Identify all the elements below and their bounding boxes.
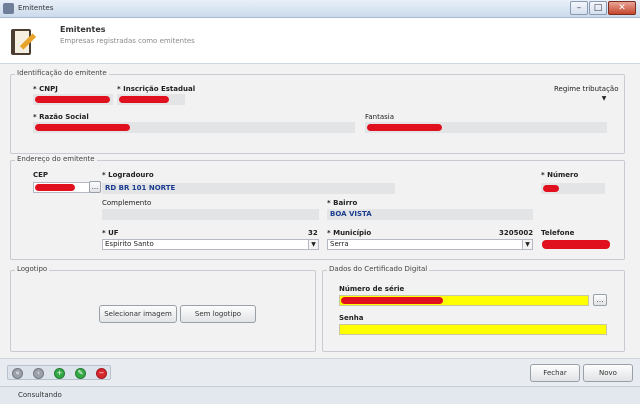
complemento-label: Complemento xyxy=(102,199,152,207)
senha-field[interactable] xyxy=(339,324,607,335)
municipio-label: Município xyxy=(327,229,371,237)
page-title: Emitentes xyxy=(60,25,106,34)
logradouro-field[interactable]: RD BR 101 NORTE xyxy=(102,183,395,194)
regime-label: Regime tributação xyxy=(554,85,619,93)
edit-record-icon[interactable]: ✎ xyxy=(75,368,86,379)
logo-legend: Logotipo xyxy=(15,265,50,273)
new-button[interactable]: Novo xyxy=(583,364,633,382)
add-record-icon[interactable]: + xyxy=(54,368,65,379)
municipio-select[interactable]: Serra ▼ xyxy=(327,239,533,250)
record-navigation: « ‹ + ✎ − xyxy=(7,365,111,380)
certificate-group: Dados do Certificado Digital Número de s… xyxy=(322,265,625,352)
numero-redaction xyxy=(543,185,559,192)
municipio-code: 3205002 xyxy=(499,229,534,237)
page-subtitle: Empresas registradas como emitentes xyxy=(60,37,195,45)
uf-select-value: Espirito Santo xyxy=(105,240,154,248)
chevron-down-icon[interactable]: ▼ xyxy=(308,240,318,249)
chevron-down-icon[interactable]: ▼ xyxy=(522,240,532,249)
telefone-redaction xyxy=(542,240,610,249)
identification-group: Identificação do emitente CNPJ Inscrição… xyxy=(10,69,625,154)
cep-lookup-button[interactable]: ... xyxy=(89,181,101,193)
serie-label: Número de série xyxy=(339,285,405,293)
razao-redaction xyxy=(35,124,130,131)
bairro-field[interactable]: BOA VISTA xyxy=(327,209,533,220)
identification-legend: Identificação do emitente xyxy=(15,69,109,77)
regime-select[interactable]: ▼ xyxy=(541,94,609,105)
first-record-icon[interactable]: « xyxy=(12,368,23,379)
form-header: Emitentes Empresas registradas como emit… xyxy=(0,18,640,64)
app-icon xyxy=(3,3,14,14)
senha-label: Senha xyxy=(339,314,364,322)
razao-label: Razão Social xyxy=(33,113,89,121)
window-title: Emitentes xyxy=(18,4,54,12)
title-bar: Emitentes – □ ✕ xyxy=(0,0,640,18)
fantasia-redaction xyxy=(367,124,442,131)
status-text: Consultando xyxy=(18,391,62,399)
certificate-lookup-icon: … xyxy=(596,296,604,304)
cep-redaction xyxy=(35,184,75,191)
logo-group: Logotipo Selecionar imagem Sem logotipo xyxy=(10,265,316,352)
no-logo-button[interactable]: Sem logotipo xyxy=(180,305,256,323)
cnpj-label: CNPJ xyxy=(33,85,58,93)
maximize-button[interactable]: □ xyxy=(589,1,607,15)
select-image-button[interactable]: Selecionar imagem xyxy=(99,305,177,323)
certificate-lookup-button[interactable]: … xyxy=(593,294,607,306)
municipio-select-value: Serra xyxy=(330,240,349,248)
cep-label: CEP xyxy=(33,171,49,179)
serie-redaction xyxy=(341,297,443,304)
uf-select[interactable]: Espirito Santo ▼ xyxy=(102,239,319,250)
address-legend: Endereço do emitente xyxy=(15,155,97,163)
uf-label: UF xyxy=(102,229,118,237)
telefone-label: Telefone xyxy=(541,229,575,237)
chevron-down-icon: ▼ xyxy=(601,95,607,102)
address-group: Endereço do emitente CEP ... Logradouro … xyxy=(10,155,625,260)
minimize-button[interactable]: – xyxy=(570,1,588,15)
fantasia-label: Fantasia xyxy=(365,113,395,121)
form-body: Identificação do emitente CNPJ Inscrição… xyxy=(0,64,640,358)
certificate-legend: Dados do Certificado Digital xyxy=(327,265,430,273)
close-button[interactable]: ✕ xyxy=(608,1,636,15)
logradouro-label: Logradouro xyxy=(102,171,154,179)
bottom-toolbar: « ‹ + ✎ − Fechar Novo xyxy=(0,358,640,386)
ie-redaction xyxy=(119,96,169,103)
bairro-label: Bairro xyxy=(327,199,357,207)
ie-label: Inscrição Estadual xyxy=(117,85,195,93)
delete-record-icon[interactable]: − xyxy=(96,368,107,379)
previous-record-icon[interactable]: ‹ xyxy=(33,368,44,379)
close-form-button[interactable]: Fechar xyxy=(530,364,580,382)
numero-label: Número xyxy=(541,171,578,179)
status-bar: Consultando xyxy=(0,386,640,404)
cnpj-redaction xyxy=(35,96,110,103)
uf-code: 32 xyxy=(308,229,318,237)
complemento-field[interactable] xyxy=(102,209,319,220)
notebook-pencil-icon xyxy=(9,27,37,57)
